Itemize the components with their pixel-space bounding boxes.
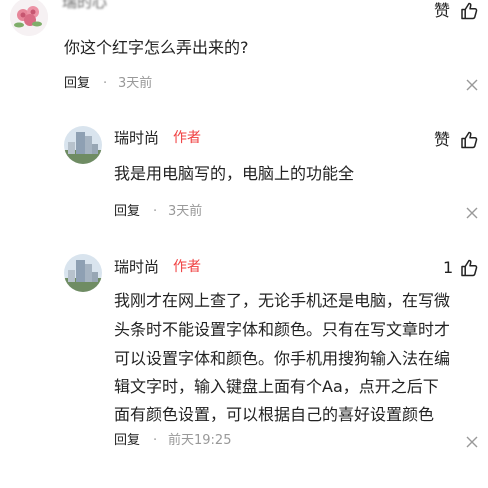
comment-time: 3天前 — [118, 76, 153, 91]
avatar[interactable] — [64, 254, 102, 292]
reply-author-name[interactable]: 瑞时尚 — [114, 128, 159, 148]
separator-dot: · — [153, 433, 158, 448]
reply-text-line: 头条时不能设置字体和颜色。只有在写文章时才 — [114, 320, 451, 339]
author-tag: 作者 — [173, 130, 201, 146]
comment-author-name[interactable]: 瑞的心 — [62, 0, 107, 12]
author-tag: 作者 — [173, 259, 201, 275]
reply-text-line: 我是用电脑写的，电脑上的功能全 — [114, 164, 355, 183]
thumbs-up-icon[interactable] — [459, 1, 479, 21]
avatar[interactable] — [10, 0, 48, 36]
reply-text-line: 可以设置字体和颜色。你手机用搜狗输入法在编 — [114, 349, 451, 368]
reply-author-name[interactable]: 瑞时尚 — [114, 257, 159, 277]
like-label[interactable]: 赞 — [434, 130, 450, 150]
reply-time: 3天前 — [168, 204, 203, 219]
avatar[interactable] — [64, 126, 102, 164]
like-count[interactable]: 1 — [443, 258, 453, 278]
building-avatar-image — [64, 254, 102, 292]
reply-button[interactable]: 回复 — [64, 75, 90, 93]
thumbs-up-icon[interactable] — [459, 258, 479, 278]
reply-text-line: 辑文字时，输入键盘上面有个Aa，点开之后下 — [114, 377, 439, 396]
like-label[interactable]: 赞 — [434, 1, 450, 21]
rose-avatar-image — [10, 0, 48, 36]
comment-text: 你这个红字怎么弄出来的? — [64, 38, 249, 57]
close-icon[interactable] — [465, 206, 479, 220]
building-avatar-image — [64, 126, 102, 164]
reply-text-line: 面有颜色设置，可以根据自己的喜好设置颜色 — [114, 405, 435, 424]
reply-text-line: 我刚才在网上查了，无论手机还是电脑，在写微 — [114, 291, 451, 310]
reply-time: 前天19:25 — [168, 433, 232, 448]
separator-dot: · — [103, 76, 108, 91]
separator-dot: · — [153, 204, 158, 219]
close-icon[interactable] — [465, 78, 479, 92]
close-icon[interactable] — [465, 435, 479, 449]
thumbs-up-icon[interactable] — [459, 130, 479, 150]
reply-button[interactable]: 回复 — [114, 203, 140, 221]
reply-button[interactable]: 回复 — [114, 432, 140, 450]
